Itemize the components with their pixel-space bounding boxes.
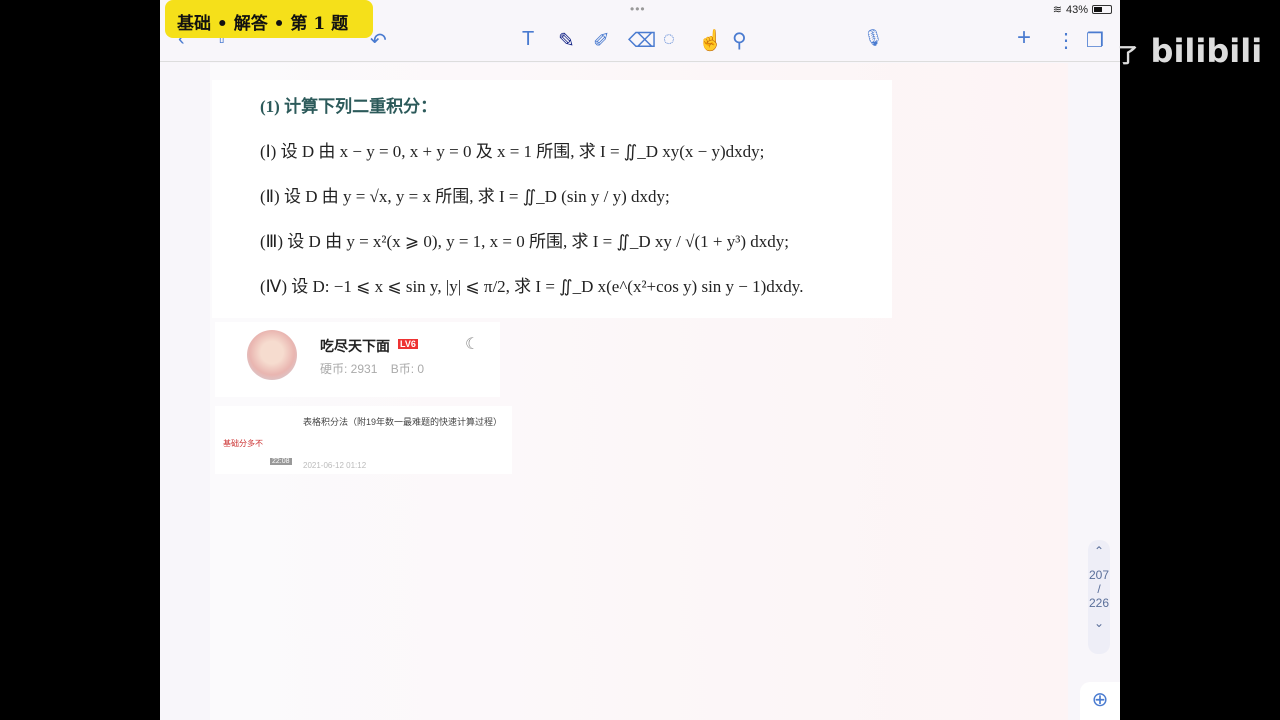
bilibili-watermark: 了 bilibili <box>1118 30 1262 71</box>
page-up-button[interactable]: ⌃ <box>1088 544 1110 558</box>
b-coins: B币: 0 <box>390 362 425 376</box>
page-separator: / <box>1097 582 1101 596</box>
user-name: 吃尽天下面 <box>320 338 390 354</box>
moon-icon: ☾ <box>465 336 480 353</box>
lasso-tool-button[interactable]: ◌ <box>663 28 675 51</box>
coins: 硬币: 2931 <box>320 362 378 376</box>
problem-item: (Ⅳ) 设 D: −1 ⩽ x ⩽ sin y, |y| ⩽ π/2, 求 I … <box>260 277 804 296</box>
video-thumb-text: 基础分多不 <box>223 439 263 448</box>
level-badge: LV6 <box>398 339 418 349</box>
video-card: 表格积分法（附19年数一最难题的快速计算过程） 基础分多不 22:08 2021… <box>215 406 512 474</box>
pages-button[interactable]: ❐ <box>1086 28 1104 53</box>
highlighter-tool-button[interactable]: ✐ <box>593 28 610 53</box>
bilibili-logo: bilibili <box>1150 32 1263 70</box>
more-button[interactable]: ⋮ <box>1056 28 1076 53</box>
total-pages: 226 <box>1088 596 1110 610</box>
wifi-icon: ≋ <box>1052 4 1062 16</box>
eraser-tool-button[interactable]: ⌫ <box>628 28 656 53</box>
page-down-button[interactable]: ⌄ <box>1088 616 1110 630</box>
battery-percent: 43% <box>1065 3 1088 16</box>
problem-item: (Ⅲ) 设 D 由 y = x²(x ⩾ 0), y = 1, x = 0 所围… <box>260 232 789 251</box>
watermark-partial-text: 了 <box>1118 43 1138 67</box>
hand-tool-button[interactable]: ☝ <box>698 28 723 53</box>
overlay-title-banner: 基础 • 解答 • 第 1 题 <box>165 0 373 38</box>
avatar <box>247 330 297 380</box>
battery-icon <box>1092 5 1112 14</box>
user-card: 吃尽天下面 LV6 硬币: 2931 B币: 0 ☾ <box>215 322 500 397</box>
video-duration: 22:08 <box>270 458 292 465</box>
current-page: 207 <box>1088 568 1110 582</box>
video-date: 2021-06-12 01:12 <box>303 461 367 470</box>
page-indicator: ⌃ 207 / 226 ⌄ <box>1088 540 1110 654</box>
shape-tool-button[interactable]: ⚲ <box>732 28 747 53</box>
add-page-button[interactable]: + <box>1017 24 1031 52</box>
mic-button[interactable]: 🎙 <box>863 28 883 48</box>
status-bar: ≋ 43% <box>1053 3 1112 16</box>
text-tool-button[interactable]: T <box>522 28 534 51</box>
video-title: 表格积分法（附19年数一最难题的快速计算过程） <box>303 417 503 427</box>
zoom-in-button[interactable]: ⊕ <box>1080 682 1120 720</box>
coin-counts: 硬币: 2931 B币: 0 <box>320 360 424 377</box>
multitask-dots[interactable]: ••• <box>630 2 646 16</box>
problem-item: (Ⅰ) 设 D 由 x − y = 0, x + y = 0 及 x = 1 所… <box>260 142 765 161</box>
problem-item: (Ⅱ) 设 D 由 y = √x, y = x 所围, 求 I = ∬_D (s… <box>260 187 670 206</box>
problem-image: (1) 计算下列二重积分： (Ⅰ) 设 D 由 x − y = 0, x + y… <box>212 80 892 318</box>
problem-heading: (1) 计算下列二重积分： <box>260 97 438 116</box>
pen-tool-button[interactable]: ✎ <box>558 28 575 53</box>
ipad-screen: ••• ≋ 43% 基础 • 解答 • 第 1 题 ‹ ⇧ ↶ T ✎ ✐ ⌫ … <box>160 0 1120 720</box>
